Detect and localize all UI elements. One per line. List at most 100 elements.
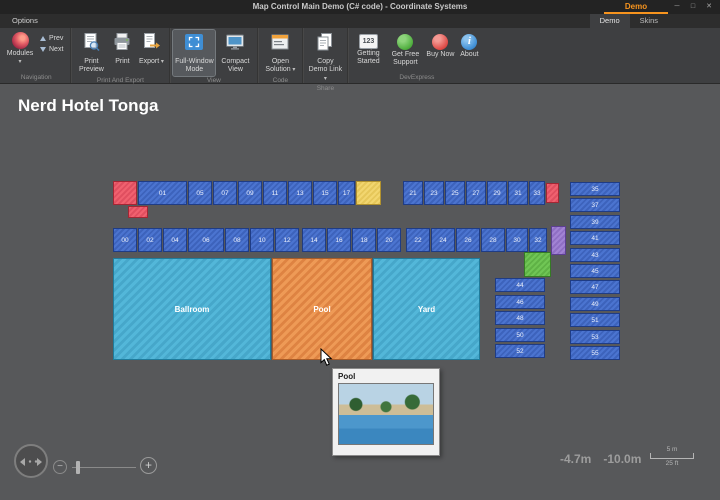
room-06[interactable]: 06 [188, 228, 224, 252]
menubar: Options Demo Skins [0, 14, 720, 28]
room-52[interactable]: 52 [495, 344, 545, 358]
about-button[interactable]: i About [456, 30, 482, 73]
room-00[interactable]: 00 [113, 228, 137, 252]
room-47[interactable]: 47 [570, 280, 620, 294]
room-50[interactable]: 50 [495, 328, 545, 342]
room-37[interactable]: 37 [570, 198, 620, 212]
info-icon: i [461, 34, 477, 50]
room-red[interactable] [113, 181, 137, 205]
getting-started-icon: 123 [359, 34, 378, 49]
room-48[interactable]: 48 [495, 311, 545, 325]
full-window-mode-button[interactable]: Full-Window Mode [173, 30, 215, 76]
room-51[interactable]: 51 [570, 313, 620, 327]
room-28[interactable]: 28 [481, 228, 505, 252]
room-02[interactable]: 02 [138, 228, 162, 252]
room-08[interactable]: 08 [225, 228, 249, 252]
room-10[interactable]: 10 [250, 228, 274, 252]
room-22[interactable]: 22 [406, 228, 430, 252]
modules-button[interactable]: Modules [5, 30, 35, 73]
room-12[interactable]: 12 [275, 228, 299, 252]
room-red[interactable] [128, 206, 148, 218]
export-button[interactable]: Export [136, 30, 166, 76]
room-17[interactable]: 17 [338, 181, 355, 205]
room-16[interactable]: 16 [327, 228, 351, 252]
room-18[interactable]: 18 [352, 228, 376, 252]
room-11[interactable]: 11 [263, 181, 287, 205]
room-44[interactable]: 44 [495, 278, 545, 292]
room-yellow[interactable] [356, 181, 381, 205]
buy-now-button[interactable]: Buy Now [425, 30, 455, 73]
room-29[interactable]: 29 [487, 181, 507, 205]
room-30[interactable]: 30 [506, 228, 528, 252]
maximize-button[interactable]: □ [686, 1, 700, 13]
print-preview-button[interactable]: Print Preview [74, 30, 108, 76]
close-button[interactable]: ✕ [702, 1, 716, 13]
room-55[interactable]: 55 [570, 346, 620, 360]
room-20[interactable]: 20 [377, 228, 401, 252]
room-27[interactable]: 27 [466, 181, 486, 205]
demo-badge: Demo [604, 0, 668, 14]
room-09[interactable]: 09 [238, 181, 262, 205]
room-49[interactable]: 49 [570, 297, 620, 311]
compact-view-button[interactable]: Compact View [216, 30, 254, 76]
room-13[interactable]: 13 [288, 181, 312, 205]
area-yard[interactable]: Yard [373, 258, 480, 360]
zoom-slider-track[interactable] [72, 467, 136, 468]
room-39[interactable]: 39 [570, 215, 620, 229]
up-arrow-icon [40, 36, 46, 41]
room-26[interactable]: 26 [456, 228, 480, 252]
room-45[interactable]: 45 [570, 264, 620, 278]
app-window: Map Control Main Demo (C# code) - Coordi… [0, 0, 720, 500]
room-33[interactable]: 33 [529, 181, 545, 205]
room-14[interactable]: 14 [302, 228, 326, 252]
ribbon-group-share: Copy Demo Link Share [303, 28, 348, 83]
prev-button[interactable]: Prev [38, 35, 65, 42]
get-free-support-button[interactable]: Get Free Support [386, 30, 424, 73]
scale-line [650, 454, 694, 459]
pan-left-icon [20, 458, 25, 466]
room-04[interactable]: 04 [163, 228, 187, 252]
open-solution-button[interactable]: Open Solution [261, 30, 299, 76]
zoom-in-button[interactable]: + [140, 457, 157, 474]
next-button[interactable]: Next [38, 46, 65, 53]
room-25[interactable]: 25 [445, 181, 465, 205]
room-23[interactable]: 23 [424, 181, 444, 205]
coordinate-readout: -4.7m -10.0m [560, 452, 641, 466]
ribbon-group-print-and-export: Print Preview Print Export Print And Exp… [71, 28, 170, 83]
room-07[interactable]: 07 [213, 181, 237, 205]
area-pool[interactable]: Pool [272, 258, 372, 360]
scale-imperial: 25 ft [648, 460, 696, 467]
room-41[interactable]: 41 [570, 231, 620, 245]
room-green[interactable] [524, 252, 551, 277]
room-35[interactable]: 35 [570, 182, 620, 196]
ribbon-group-navigation: Modules Prev Next Navigation [2, 28, 71, 83]
room-21[interactable]: 21 [403, 181, 423, 205]
options-menu[interactable]: Options [8, 14, 42, 28]
room-46[interactable]: 46 [495, 295, 545, 309]
pan-control[interactable] [14, 444, 48, 478]
room-15[interactable]: 15 [313, 181, 337, 205]
zoom-out-button[interactable]: − [53, 460, 67, 474]
room-05[interactable]: 05 [188, 181, 212, 205]
group-label-share: Share [306, 84, 344, 94]
room-43[interactable]: 43 [570, 248, 620, 262]
zoom-slider-thumb[interactable] [76, 461, 80, 474]
ribbon-group-devexpress: 123 Getting Started Get Free Support Buy… [348, 28, 485, 83]
tab-demo[interactable]: Demo [590, 14, 630, 28]
getting-started-button[interactable]: 123 Getting Started [351, 30, 385, 73]
room-01[interactable]: 01 [138, 181, 187, 205]
room-24[interactable]: 24 [431, 228, 455, 252]
buy-now-icon [432, 34, 448, 50]
room-red[interactable] [546, 183, 559, 203]
minimize-button[interactable]: ─ [670, 1, 684, 13]
copy-demo-link-button[interactable]: Copy Demo Link [306, 30, 344, 84]
area-ballroom[interactable]: Ballroom [113, 258, 271, 360]
room-32[interactable]: 32 [529, 228, 547, 252]
room-purple[interactable] [551, 226, 566, 255]
room-53[interactable]: 53 [570, 330, 620, 344]
room-31[interactable]: 31 [508, 181, 528, 205]
coordinate-x: -4.7m [560, 452, 591, 466]
tab-skins[interactable]: Skins [630, 14, 668, 28]
print-button[interactable]: Print [109, 30, 135, 76]
modules-icon [12, 32, 29, 49]
